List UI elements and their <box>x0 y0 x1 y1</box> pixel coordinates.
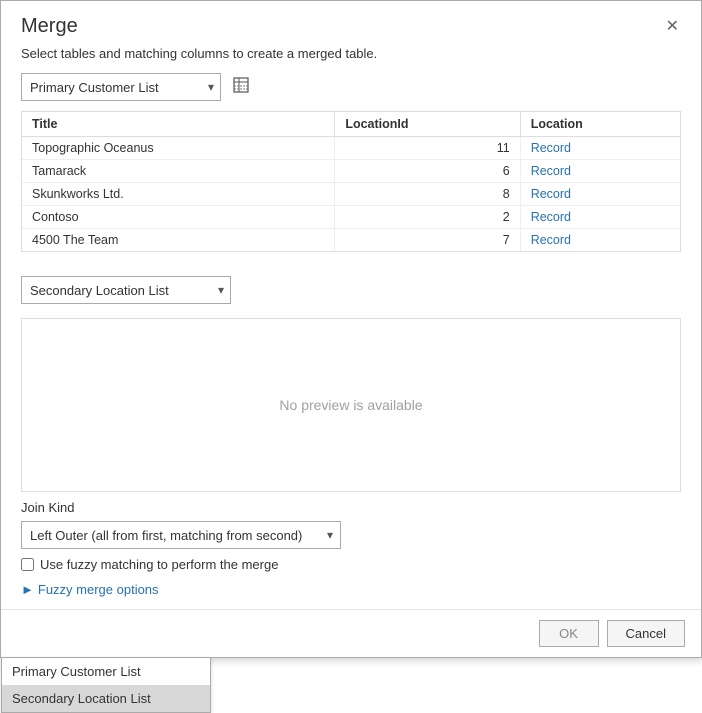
table-row: Tamarack6Record <box>22 160 680 183</box>
fuzzy-section: ► Fuzzy merge options <box>21 582 681 597</box>
cell-title: Tamarack <box>22 160 335 183</box>
primary-table-dropdown[interactable]: Primary Customer List Secondary Location… <box>21 73 221 101</box>
secondary-section-row: Primary Customer List Secondary Location… <box>21 276 681 304</box>
table-icon-button[interactable] <box>229 73 253 100</box>
subtitle-text: Select tables and matching columns to cr… <box>21 46 681 61</box>
join-kind-label: Join Kind <box>21 500 681 515</box>
table-row: 4500 The Team7Record <box>22 229 680 252</box>
table-icon <box>233 77 249 93</box>
cell-title: Contoso <box>22 206 335 229</box>
cell-locationid: 2 <box>335 206 520 229</box>
cell-title: Topographic Oceanus <box>22 137 335 160</box>
fuzzy-checkbox-row: Use fuzzy matching to perform the merge <box>21 557 681 572</box>
no-preview-text: No preview is available <box>279 397 422 413</box>
dialog-footer: OK Cancel <box>1 609 701 657</box>
col-locationid: LocationId <box>335 112 520 137</box>
primary-section-row: Primary Customer List Secondary Location… <box>21 73 681 101</box>
cancel-button[interactable]: Cancel <box>607 620 685 647</box>
cell-location[interactable]: Record <box>520 137 680 160</box>
join-kind-dropdown[interactable]: Left Outer (all from first, matching fro… <box>21 521 341 549</box>
join-select-wrapper: Left Outer (all from first, matching fro… <box>21 521 341 549</box>
col-title: Title <box>22 112 335 137</box>
expand-arrow-icon: ► <box>21 582 34 597</box>
primary-data-table: Title LocationId Location Topographic Oc… <box>22 112 680 251</box>
dialog-header: Merge ✕ <box>1 1 701 42</box>
preview-area <box>241 276 681 304</box>
table-row: Topographic Oceanus11Record <box>22 137 680 160</box>
cell-locationid: 8 <box>335 183 520 206</box>
secondary-table-dropdown[interactable]: Primary Customer List Secondary Location… <box>21 276 231 304</box>
cell-location[interactable]: Record <box>520 183 680 206</box>
fuzzy-checkbox[interactable] <box>21 558 34 571</box>
primary-select-wrapper: Primary Customer List Secondary Location… <box>21 73 221 101</box>
dialog-title: Merge <box>21 15 78 38</box>
primary-table-section: Title LocationId Location Topographic Oc… <box>21 111 681 252</box>
cell-location[interactable]: Record <box>520 160 680 183</box>
cell-title: 4500 The Team <box>22 229 335 252</box>
dialog-body: Select tables and matching columns to cr… <box>1 42 701 609</box>
fuzzy-expand-button[interactable]: ► Fuzzy merge options <box>21 582 681 597</box>
fuzzy-checkbox-label[interactable]: Use fuzzy matching to perform the merge <box>40 557 278 572</box>
cell-location[interactable]: Record <box>520 206 680 229</box>
col-location: Location <box>520 112 680 137</box>
merge-dialog: Merge ✕ Select tables and matching colum… <box>0 0 702 658</box>
secondary-select-wrapper: Primary Customer List Secondary Location… <box>21 276 231 304</box>
table-row: Skunkworks Ltd.8Record <box>22 183 680 206</box>
ok-button[interactable]: OK <box>539 620 599 647</box>
join-kind-section: Join Kind Left Outer (all from first, ma… <box>21 500 681 549</box>
cell-locationid: 11 <box>335 137 520 160</box>
close-button[interactable]: ✕ <box>660 17 685 37</box>
cell-location[interactable]: Record <box>520 229 680 252</box>
cell-title: Skunkworks Ltd. <box>22 183 335 206</box>
fuzzy-expand-label: Fuzzy merge options <box>38 582 159 597</box>
cell-locationid: 6 <box>335 160 520 183</box>
cell-locationid: 7 <box>335 229 520 252</box>
table-row: Contoso2Record <box>22 206 680 229</box>
preview-box: No preview is available <box>21 318 681 492</box>
